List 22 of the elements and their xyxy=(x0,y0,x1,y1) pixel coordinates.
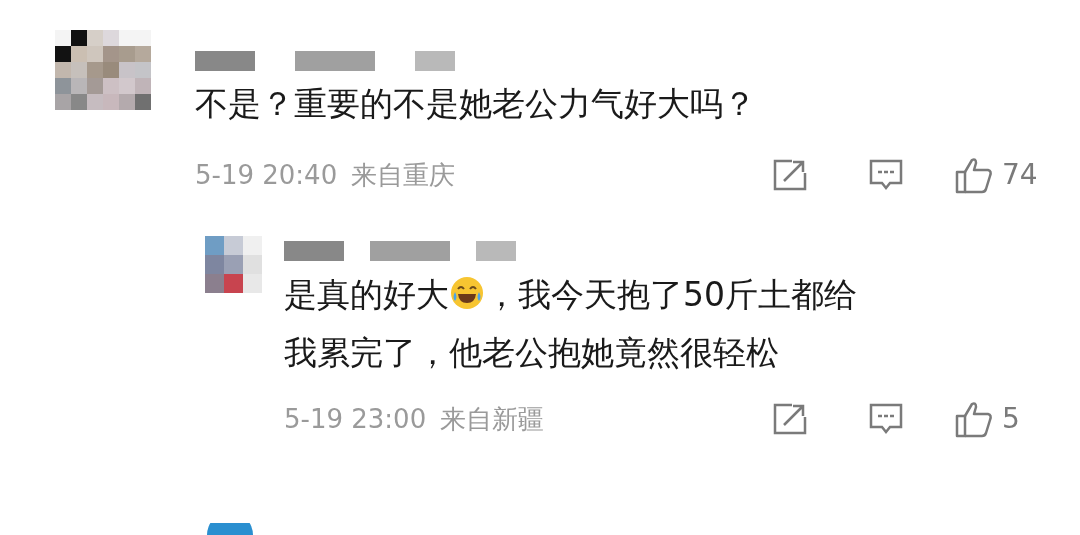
comment-text: 是真的好大 xyxy=(284,275,449,314)
comment-icon[interactable] xyxy=(868,158,904,192)
share-icon[interactable] xyxy=(772,402,808,436)
like-count: 74 xyxy=(1002,157,1039,193)
comment-text: 不是？重要的不是她老公力气好大吗？ xyxy=(195,84,756,123)
comment-text: 我累完了，他老公抱她竟然很轻松 xyxy=(284,333,779,372)
redacted-name xyxy=(476,241,516,261)
comment-location: 来自重庆 xyxy=(351,158,456,192)
thumbs-up-icon[interactable] xyxy=(954,400,994,438)
comment-time: 5-19 23:00 xyxy=(284,402,427,436)
comment-time: 5-19 20:40 xyxy=(195,158,338,192)
redacted-name xyxy=(195,51,255,71)
comment-text: ，我今天抱了50斤土都给 xyxy=(485,275,857,314)
laughing-emoji-icon xyxy=(450,276,484,310)
share-icon[interactable] xyxy=(772,158,808,192)
redacted-name xyxy=(284,241,344,261)
thumbs-up-icon[interactable] xyxy=(954,156,994,194)
comment-icon[interactable] xyxy=(868,402,904,436)
like-count: 5 xyxy=(1002,401,1021,437)
avatar-icon xyxy=(205,523,255,535)
redacted-name xyxy=(415,51,455,71)
comment-location: 来自新疆 xyxy=(440,402,545,436)
